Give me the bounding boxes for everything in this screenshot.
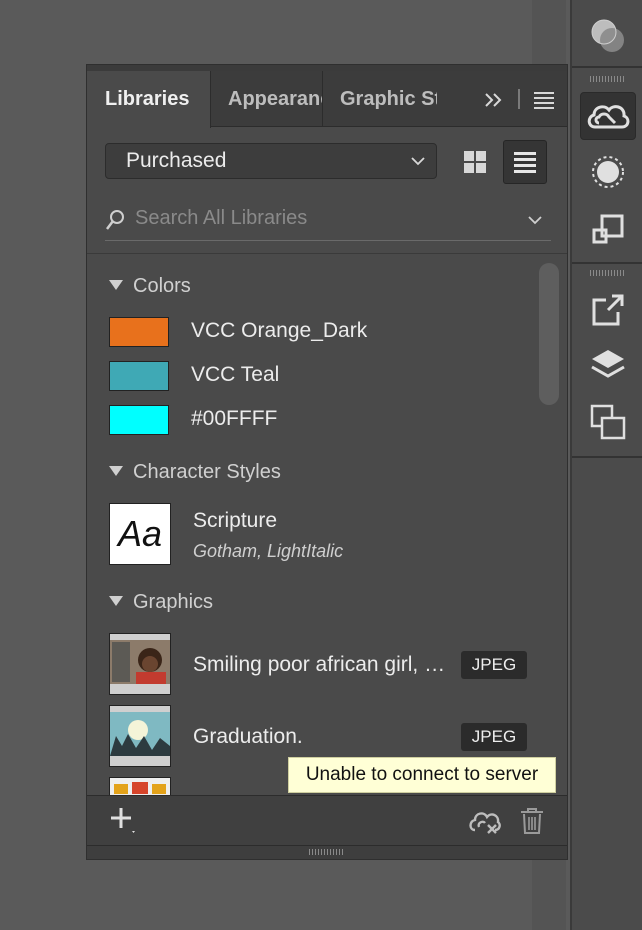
color-theme-icon[interactable] [580, 12, 636, 60]
layers-icon[interactable] [580, 342, 636, 390]
color-swatch [109, 317, 169, 347]
section-character-styles[interactable]: Character Styles [109, 461, 281, 484]
trash-icon[interactable] [519, 806, 545, 841]
section-graphics[interactable]: Graphics [109, 591, 213, 614]
file-type-badge: JPEG [461, 723, 527, 751]
character-style-preview: Aa [109, 503, 171, 565]
graphic-label: Smiling poor african girl, … [193, 653, 446, 676]
add-icon[interactable] [109, 806, 139, 841]
panel-footer [87, 795, 567, 845]
libraries-panel: Libraries Appearance Graphic Styles Purc… [86, 64, 568, 860]
library-select-value: Purchased [126, 149, 227, 172]
tooltip: Unable to connect to server [288, 757, 556, 793]
tab-divider [518, 89, 520, 109]
scrollbar-thumb[interactable] [539, 263, 559, 405]
dock-separator [572, 262, 642, 264]
library-select[interactable]: Purchased [105, 143, 437, 179]
search-scope-chevron-icon[interactable] [527, 213, 543, 231]
chevron-down-icon [410, 154, 426, 173]
cloud-disconnected-icon[interactable] [467, 808, 501, 841]
search-field[interactable]: Search All Libraries [105, 201, 551, 241]
dock-separator [572, 66, 642, 68]
section-colors[interactable]: Colors [109, 275, 191, 298]
character-style-label: Scripture [193, 509, 278, 532]
dock-grip[interactable] [590, 76, 626, 82]
list-view-icon[interactable] [503, 140, 547, 184]
file-type-badge: JPEG [461, 651, 527, 679]
library-content: Colors VCC Orange_Dark VCC Teal #00FFFF … [87, 255, 567, 795]
tab-appearance[interactable]: Appearance [211, 71, 323, 127]
export-icon[interactable] [580, 286, 636, 334]
color-label: VCC Orange_Dark [191, 319, 368, 342]
right-dock [570, 0, 642, 930]
grid-view-icon[interactable] [453, 140, 497, 184]
color-swatch [109, 361, 169, 391]
disclosure-triangle-icon [109, 595, 123, 606]
graphic-thumbnail[interactable] [109, 777, 171, 795]
panel-tabs: Libraries Appearance Graphic Styles [87, 71, 567, 128]
dock-grip[interactable] [590, 270, 626, 276]
graphic-label: Graduation. [193, 725, 303, 748]
search-icon [105, 209, 125, 236]
panel-resize-grip[interactable] [87, 845, 567, 859]
dock-separator [572, 456, 642, 458]
tab-libraries[interactable]: Libraries [87, 71, 211, 128]
disclosure-triangle-icon [109, 279, 123, 290]
collapse-chevrons-icon[interactable] [483, 89, 505, 111]
color-swatch [109, 405, 169, 435]
creative-cloud-libraries-icon[interactable] [580, 92, 636, 140]
color-label: #00FFFF [191, 407, 278, 430]
panel-menu-icon[interactable] [533, 89, 555, 111]
divider [87, 253, 567, 254]
search-placeholder: Search All Libraries [135, 207, 308, 229]
artboards-icon[interactable] [580, 398, 636, 446]
disclosure-triangle-icon [109, 465, 123, 476]
graphic-thumbnail [109, 705, 171, 767]
color-label: VCC Teal [191, 363, 280, 386]
tab-graphic-styles[interactable]: Graphic Styles [323, 71, 437, 127]
transform-icon[interactable] [580, 206, 636, 254]
graphic-thumbnail [109, 633, 171, 695]
circle-dotted-icon[interactable] [580, 148, 636, 196]
character-style-font: Gotham, LightItalic [193, 541, 344, 561]
